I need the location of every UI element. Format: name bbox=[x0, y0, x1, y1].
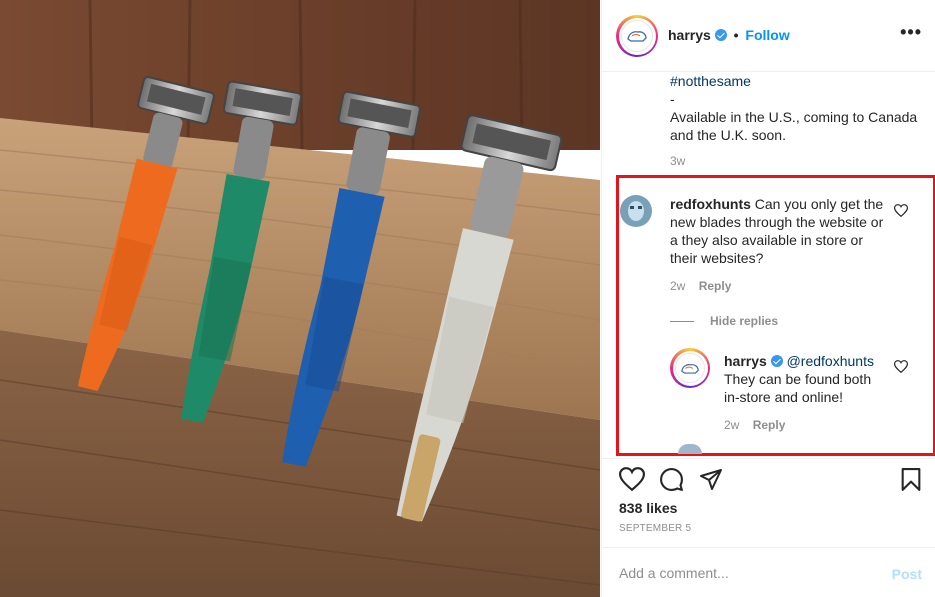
reply-mention[interactable]: @redfoxhunts bbox=[787, 353, 874, 369]
reply-time: 2w bbox=[724, 418, 740, 432]
post-comment-button[interactable]: Post bbox=[892, 566, 922, 582]
hide-replies-line bbox=[670, 321, 694, 323]
post-side-panel: harrys • Follow ••• #notthesame - Availa… bbox=[601, 0, 935, 597]
heart-icon[interactable] bbox=[619, 467, 645, 491]
reply-body: harrys @redfoxhunts They can be found bo… bbox=[724, 352, 890, 406]
post-actions-bar bbox=[602, 458, 935, 498]
reply-reply-button[interactable]: Reply bbox=[753, 418, 786, 432]
caption-dash: - bbox=[670, 91, 675, 107]
author-line: harrys • Follow bbox=[668, 27, 790, 43]
verified-badge-icon bbox=[770, 355, 783, 367]
share-icon[interactable] bbox=[699, 467, 723, 491]
author-username[interactable]: harrys bbox=[668, 27, 711, 43]
commenter-avatar[interactable] bbox=[620, 195, 652, 227]
reply-username[interactable]: harrys bbox=[724, 353, 767, 369]
author-avatar[interactable] bbox=[616, 15, 658, 57]
more-dots-icon[interactable]: ••• bbox=[900, 22, 922, 43]
caption-text: Available in the U.S., coming to Canada … bbox=[670, 109, 918, 143]
verified-badge-icon bbox=[714, 29, 727, 41]
comment-meta: 2w Reply bbox=[670, 279, 741, 293]
comment-input[interactable] bbox=[619, 563, 869, 583]
commenter-username[interactable]: redfoxhunts bbox=[670, 196, 751, 212]
reply-text: They can be found both in-store and onli… bbox=[724, 371, 872, 405]
harrys-logo-icon bbox=[681, 363, 699, 374]
bookmark-icon[interactable] bbox=[900, 467, 922, 492]
comment-body: redfoxhunts Can you only get the new bla… bbox=[670, 195, 888, 267]
next-comment-avatar bbox=[678, 444, 702, 454]
caption-hashtag[interactable]: #notthesame bbox=[670, 72, 920, 90]
reply-like-heart-icon[interactable] bbox=[894, 360, 908, 373]
comment-time: 2w bbox=[670, 279, 686, 293]
post-photo[interactable] bbox=[0, 0, 600, 597]
caption-time: 3w bbox=[670, 154, 686, 168]
razors-image bbox=[0, 0, 600, 597]
post-header: harrys • Follow ••• bbox=[602, 0, 935, 72]
hide-replies-label: Hide replies bbox=[710, 314, 779, 328]
harrys-logo-icon bbox=[627, 31, 647, 42]
reply-meta: 2w Reply bbox=[724, 418, 795, 432]
separator-dot: • bbox=[733, 27, 739, 43]
post-caption: #notthesame - Available in the U.S., com… bbox=[670, 72, 920, 170]
comment-reply-button[interactable]: Reply bbox=[699, 279, 732, 293]
reply-author-avatar[interactable] bbox=[670, 348, 710, 388]
post-date: SEPTEMBER 5 bbox=[619, 523, 692, 534]
comment-like-heart-icon[interactable] bbox=[894, 204, 908, 217]
likes-count[interactable]: 838 likes bbox=[619, 500, 677, 516]
comment-icon[interactable] bbox=[659, 467, 684, 492]
follow-button[interactable]: Follow bbox=[745, 27, 789, 43]
hide-replies-button[interactable]: Hide replies bbox=[670, 314, 778, 328]
add-comment-bar: Post bbox=[602, 547, 935, 597]
